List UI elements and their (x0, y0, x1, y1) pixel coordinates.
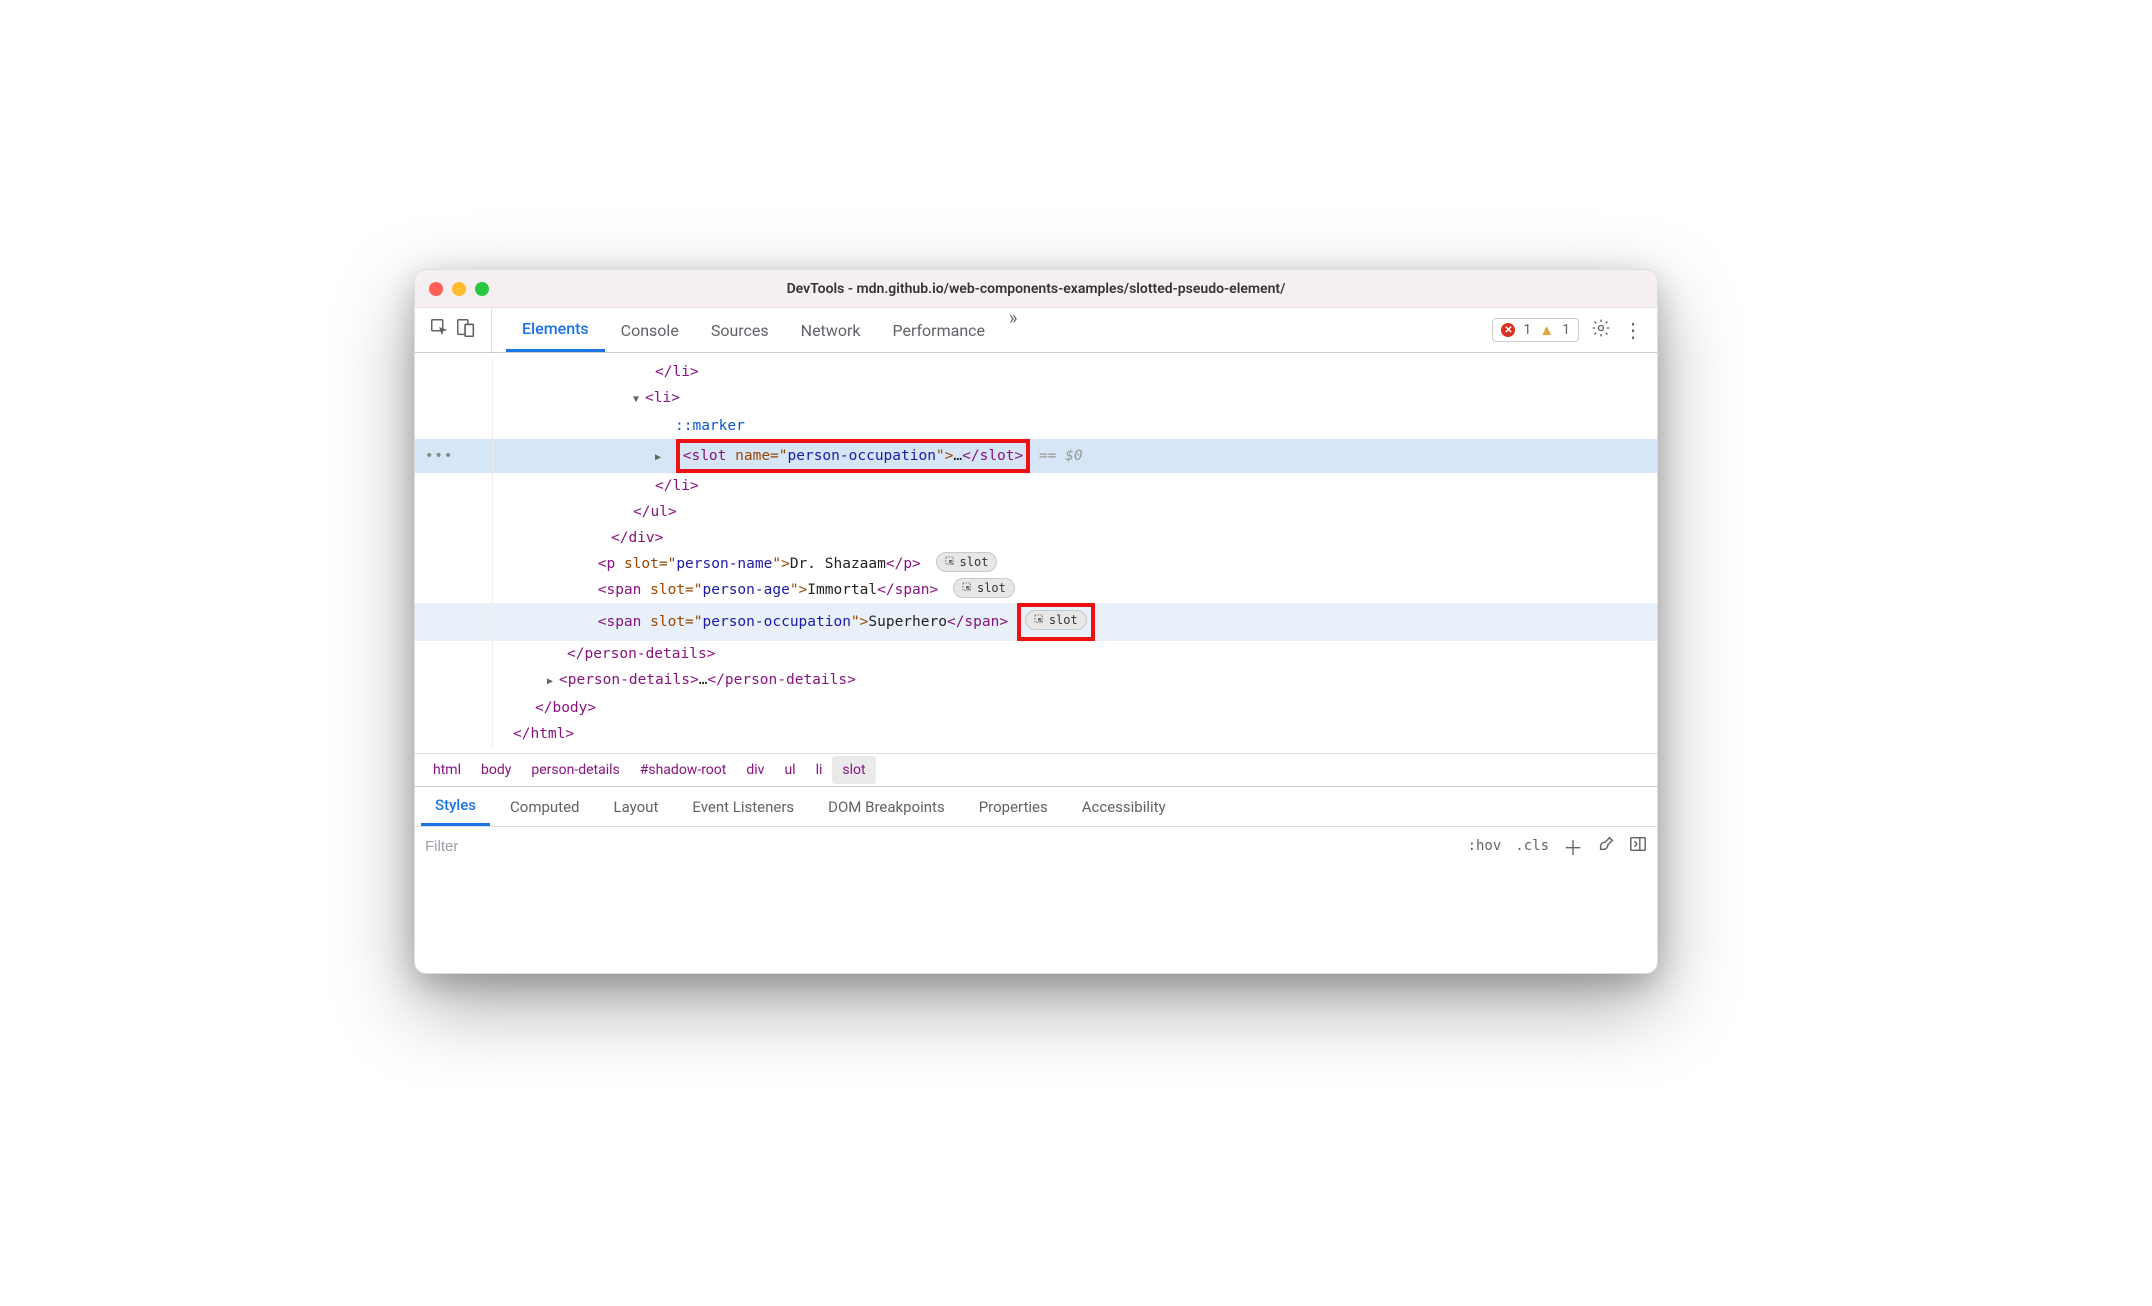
dom-row[interactable]: </person-details> (415, 641, 1657, 667)
slot-reveal-badge[interactable]: slot (953, 578, 1015, 598)
crumb-li[interactable]: li (806, 756, 833, 784)
dom-row[interactable]: <span slot="person-age">Immortal</span> … (415, 577, 1657, 603)
kebab-icon[interactable]: ⋮ (1623, 320, 1643, 340)
disclosure-triangle-icon[interactable]: ▶ (547, 669, 559, 695)
tag-li-open: <li> (645, 390, 680, 406)
dom-row[interactable]: </html> (415, 721, 1657, 747)
traffic-lights (429, 282, 489, 296)
crumb-html[interactable]: html (423, 756, 471, 784)
subtab-styles[interactable]: Styles (421, 787, 490, 826)
sidebar-toggle-icon[interactable] (1629, 835, 1647, 857)
crumb-body[interactable]: body (471, 756, 521, 784)
disclosure-triangle-icon[interactable]: ▶ (655, 445, 667, 471)
warning-count: 1 (1562, 322, 1570, 338)
dom-row[interactable]: </li> (415, 359, 1657, 385)
crumb-person-details[interactable]: person-details (521, 756, 629, 784)
highlight-box-slot-badge: slot (1017, 603, 1095, 641)
tab-sources[interactable]: Sources (695, 308, 785, 352)
crumb-shadow-root[interactable]: #shadow-root (630, 756, 737, 784)
dom-row-hover[interactable]: <span slot="person-occupation">Superhero… (415, 603, 1657, 641)
dom-row[interactable]: ▼<li> (415, 385, 1657, 413)
equals-dollar-zero: == $0 (1039, 448, 1083, 464)
dom-row-selected[interactable]: ••• ▶ <slot name="person-occupation">…</… (415, 439, 1657, 473)
tab-performance[interactable]: Performance (876, 308, 1001, 352)
breadcrumb: html body person-details #shadow-root di… (415, 753, 1657, 787)
error-count: 1 (1523, 322, 1531, 338)
crumb-ul[interactable]: ul (774, 756, 805, 784)
minimize-icon[interactable] (452, 282, 466, 296)
slot-reveal-badge[interactable]: slot (936, 552, 998, 572)
subtab-computed[interactable]: Computed (496, 787, 594, 826)
dom-row[interactable]: <p slot="person-name">Dr. Shazaam</p> sl… (415, 551, 1657, 577)
styles-filter-input[interactable] (425, 838, 1458, 855)
devtools-window: DevTools - mdn.github.io/web-components-… (414, 269, 1658, 974)
tab-elements[interactable]: Elements (506, 308, 605, 352)
close-icon[interactable] (429, 282, 443, 296)
more-tabs-icon[interactable]: » (1001, 308, 1025, 352)
crumb-slot[interactable]: slot (832, 756, 875, 784)
fullscreen-icon[interactable] (475, 282, 489, 296)
styles-subtabs: Styles Computed Layout Event Listeners D… (415, 787, 1657, 827)
dom-row[interactable]: </div> (415, 525, 1657, 551)
dom-row[interactable]: ▶<person-details>…</person-details> (415, 667, 1657, 695)
slot-reveal-badge[interactable]: slot (1025, 610, 1087, 630)
tag-li-close: </li> (655, 364, 699, 380)
element-classes-button[interactable]: .cls (1515, 838, 1549, 854)
error-icon: ✕ (1501, 323, 1515, 337)
computed-styles-toggle-icon[interactable] (1597, 835, 1615, 857)
new-style-rule-icon[interactable]: ＋ (1563, 832, 1583, 861)
dom-row[interactable]: </li> (415, 473, 1657, 499)
subtab-properties[interactable]: Properties (965, 787, 1062, 826)
warning-icon: ▲ (1539, 321, 1554, 339)
window-title: DevTools - mdn.github.io/web-components-… (415, 281, 1657, 297)
main-toolbar: Elements Console Sources Network Perform… (415, 308, 1657, 353)
subtab-accessibility[interactable]: Accessibility (1068, 787, 1180, 826)
crumb-div[interactable]: div (736, 756, 774, 784)
tab-console[interactable]: Console (605, 308, 695, 352)
dom-tree[interactable]: </li> ▼<li> ::marker ••• ▶ <slot name="p… (415, 353, 1657, 753)
highlight-box-slot: <slot name="person-occupation">…</slot> (676, 439, 1031, 473)
titlebar: DevTools - mdn.github.io/web-components-… (415, 270, 1657, 308)
force-state-button[interactable]: :hov (1468, 838, 1502, 854)
issues-badge[interactable]: ✕ 1 ▲ 1 (1492, 318, 1579, 342)
pseudo-marker: ::marker (675, 418, 745, 434)
styles-filter-bar: :hov .cls ＋ (415, 827, 1657, 865)
subtab-event-listeners[interactable]: Event Listeners (678, 787, 808, 826)
tab-network[interactable]: Network (785, 308, 877, 352)
dom-row[interactable]: </body> (415, 695, 1657, 721)
overflow-dots-icon[interactable]: ••• (425, 443, 453, 469)
dom-row[interactable]: ::marker (415, 413, 1657, 439)
device-toggle-icon[interactable] (455, 317, 477, 343)
subtab-layout[interactable]: Layout (600, 787, 673, 826)
dom-row[interactable]: </ul> (415, 499, 1657, 525)
disclosure-triangle-icon[interactable]: ▼ (633, 387, 645, 413)
inspect-icon[interactable] (429, 317, 451, 343)
gear-icon[interactable] (1591, 318, 1611, 342)
subtab-dom-breakpoints[interactable]: DOM Breakpoints (814, 787, 959, 826)
